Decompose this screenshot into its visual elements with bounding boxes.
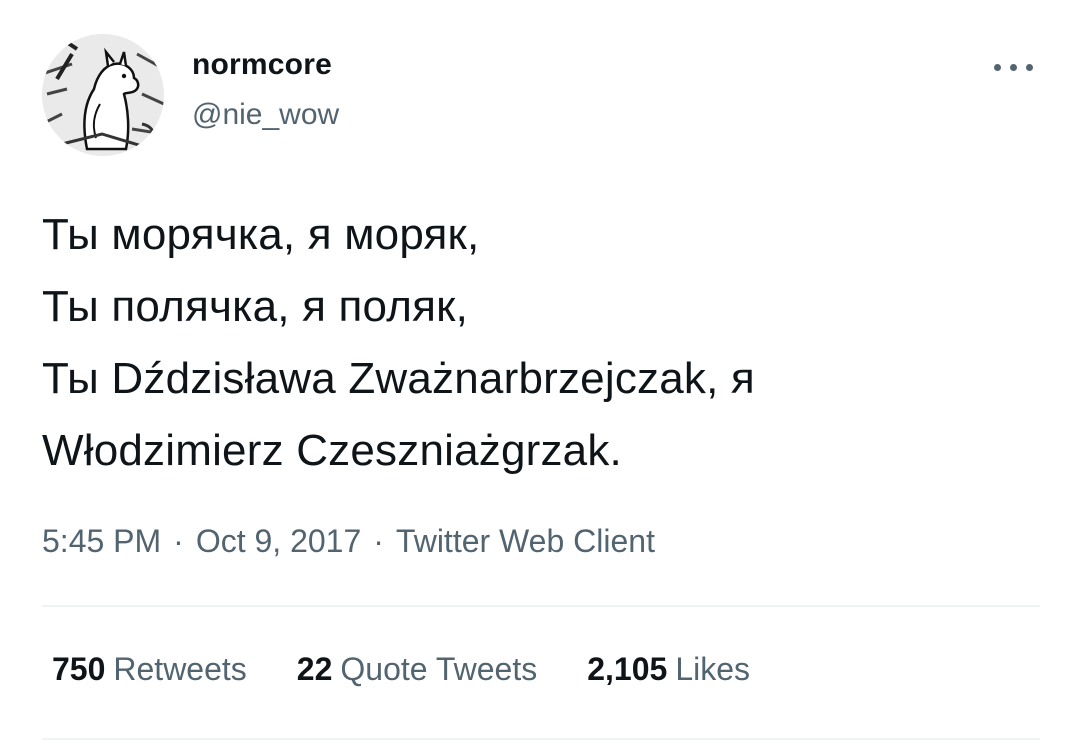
likes-stat[interactable]: 2,105 Likes [587,651,750,688]
divider [42,738,1040,740]
tweet-client[interactable]: Twitter Web Client [396,523,655,559]
tweet-text: Ты морячка, я моряк, Ты полячка, я поляк… [42,199,1042,487]
meta-separator: · [173,523,184,559]
user-handle[interactable]: @nie_wow [192,98,339,132]
tweet-text-line: Ты полячка, я поляк, [42,282,469,331]
more-dots-icon [1026,64,1033,71]
tweet-text-line: Włodzimierz Czeszniażgrzak. [42,426,622,475]
moomin-avatar-icon [42,34,164,156]
retweets-label: Retweets [113,651,247,687]
tweet-card: normcore @nie_wow Ты морячка, я моряк, Т… [0,0,1080,752]
retweets-stat[interactable]: 750 Retweets [52,651,247,688]
quote-tweets-count: 22 [296,651,333,687]
quote-tweets-label: Quote Tweets [340,651,538,687]
divider [42,605,1040,607]
quote-tweets-stat[interactable]: 22 Quote Tweets [297,651,537,688]
retweets-count: 750 [52,651,106,687]
tweet-text-line: Ты морячка, я моряк, [42,210,480,259]
display-name[interactable]: normcore [192,48,332,82]
avatar[interactable] [42,34,164,156]
tweet-date[interactable]: Oct 9, 2017 [196,523,361,559]
tweet-stats: 750 Retweets 22 Quote Tweets 2,105 Likes [52,651,750,688]
more-options-button[interactable] [990,50,1042,84]
more-dots-icon [994,64,1001,71]
tweet-text-line: Ты Dździsława Zważnarbrzejczak, я [42,354,755,403]
likes-count: 2,105 [587,651,668,687]
likes-label: Likes [675,651,751,687]
meta-separator: · [373,523,384,559]
tweet-metadata: 5:45 PM · Oct 9, 2017 · Twitter Web Client [42,523,655,560]
tweet-time[interactable]: 5:45 PM [42,523,161,559]
more-dots-icon [1010,64,1017,71]
